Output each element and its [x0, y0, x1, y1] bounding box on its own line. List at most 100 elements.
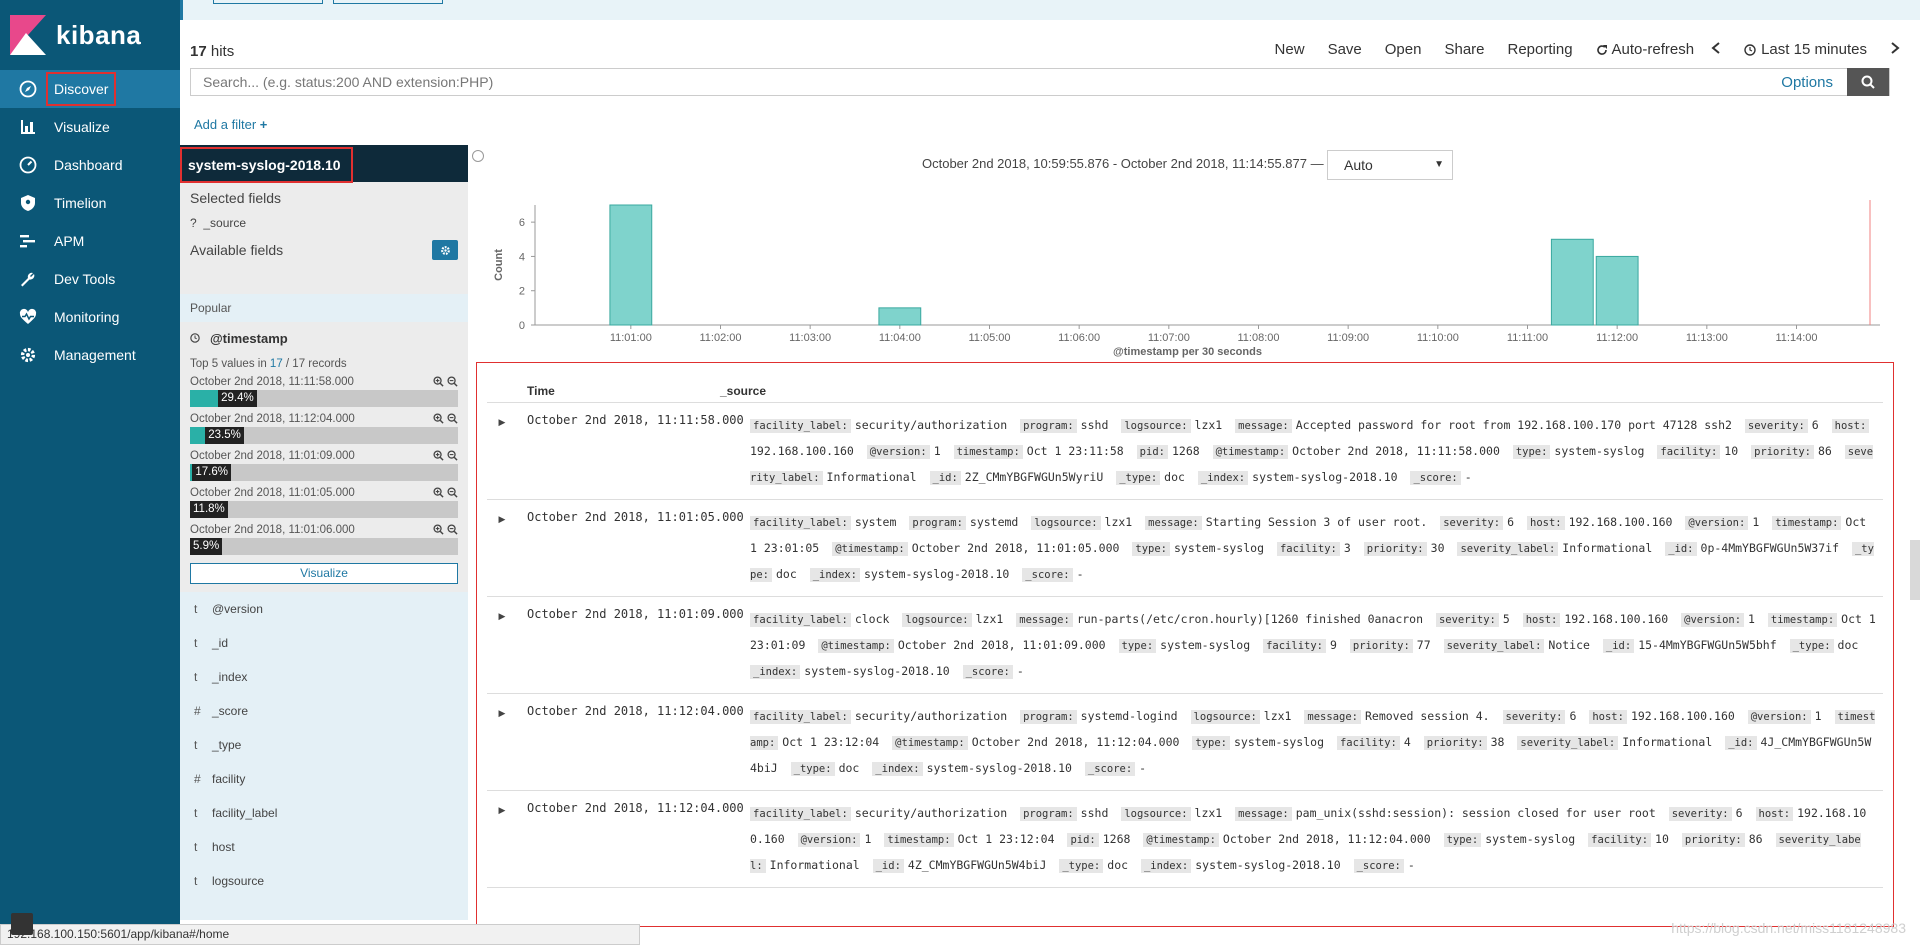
field-item-logsource[interactable]: t logsource [180, 864, 468, 898]
search-options-link[interactable]: Options [1767, 74, 1847, 91]
top-value-bar: 29.4% [190, 390, 458, 407]
expand-row-icon[interactable]: ▶ [487, 413, 517, 491]
menu-share[interactable]: Share [1444, 41, 1484, 58]
source-field[interactable]: ? _source [190, 216, 458, 230]
interval-select[interactable]: Auto ▼ [1327, 150, 1453, 180]
gear-icon [440, 245, 450, 255]
top-value-label: October 2nd 2018, 11:01:09.000 [190, 450, 355, 462]
field-value: system-syslog [1485, 832, 1576, 846]
top-menu: New Save Open Share Reporting Auto-refre… [1275, 41, 1900, 58]
field-item-index[interactable]: t _index [180, 660, 468, 694]
zoom-in-icon[interactable] [433, 524, 444, 535]
top-value-percent: 5.9% [190, 538, 223, 555]
zoom-out-icon[interactable] [447, 376, 458, 387]
field-key: timestamp: [884, 833, 954, 847]
field-item-host[interactable]: t host [180, 830, 468, 864]
field-key: _score: [1084, 762, 1136, 776]
hits-number: 17 [190, 43, 207, 60]
play-icon[interactable] [11, 913, 33, 935]
histogram-chart: 0 2 4 6 11:01:00 11:02:00 11:03:00 11:04:00 11:0… [493, 200, 1880, 358]
zoom-in-icon[interactable] [433, 450, 444, 461]
expand-row-icon[interactable]: ▶ [487, 801, 517, 879]
search-button[interactable] [1847, 68, 1889, 96]
expand-row-icon[interactable]: ▶ [487, 607, 517, 685]
nav-item-discover[interactable]: Discover [0, 70, 180, 108]
field-item-id[interactable]: t _id [180, 626, 468, 660]
field-item-facility[interactable]: # facility [180, 762, 468, 796]
field-value: system [854, 515, 897, 529]
collapse-sidebar-button[interactable] [472, 150, 484, 162]
field-key: message: [1235, 807, 1292, 821]
field-item-version[interactable]: t @version [180, 592, 468, 626]
field-name: facility [212, 772, 246, 786]
zoom-in-icon[interactable] [433, 376, 444, 387]
top5-count[interactable]: 17 [270, 358, 283, 370]
kibana-logo[interactable]: kibana [0, 0, 180, 70]
field-value: 1 [933, 444, 941, 458]
menu-open[interactable]: Open [1385, 41, 1422, 58]
nav-item-dashboard[interactable]: Dashboard [0, 146, 180, 184]
field-value: October 2nd 2018, 11:01:05.000 [911, 541, 1120, 555]
field-item-score[interactable]: # _score [180, 694, 468, 728]
field-value: system-syslog-2018.10 [804, 664, 950, 678]
field-value: system-syslog [1174, 541, 1265, 555]
field-value: 86 [1748, 832, 1763, 846]
top-value-bar: 5.9% [190, 538, 458, 555]
zoom-out-icon[interactable] [447, 450, 458, 461]
menu-reporting[interactable]: Reporting [1508, 41, 1573, 58]
add-filter-link[interactable]: Add a filter + [194, 117, 267, 132]
x-tick-label: 11:13:00 [1686, 332, 1728, 344]
zoom-out-icon[interactable] [447, 413, 458, 424]
nav-item-visualize[interactable]: Visualize [0, 108, 180, 146]
nav-item-management[interactable]: Management [0, 336, 180, 374]
zoom-in-icon[interactable] [433, 413, 444, 424]
zoom-out-icon[interactable] [447, 487, 458, 498]
top-tab-left[interactable] [213, 0, 323, 4]
field-key: @version: [866, 445, 930, 459]
field-key: _id: [1725, 736, 1757, 750]
time-picker[interactable]: Last 15 minutes [1744, 41, 1867, 58]
field-key: _type: [1116, 471, 1161, 485]
field-value: system-syslog-2018.10 [926, 761, 1072, 775]
visualize-button[interactable]: Visualize [190, 563, 458, 584]
top5-caption: Top 5 values in 17 / 17 records [190, 358, 458, 370]
x-tick-label: 11:10:00 [1417, 332, 1459, 344]
scrollbar-thumb[interactable] [1910, 540, 1920, 600]
field-name: _score [212, 704, 249, 718]
field-value: Oct 1 23:12:04 [957, 832, 1055, 846]
menu-save[interactable]: Save [1328, 41, 1362, 58]
nav-item-apm[interactable]: APM [0, 222, 180, 260]
top-value-percent: 29.4% [218, 390, 257, 407]
field-value: 192.168.100.160 [750, 444, 854, 458]
x-tick-label: 11:06:00 [1058, 332, 1100, 344]
field-key: message: [1235, 419, 1292, 433]
zoom-out-icon[interactable] [447, 524, 458, 535]
nav-item-monitoring[interactable]: Monitoring [0, 298, 180, 336]
auto-refresh-button[interactable]: Auto-refresh [1596, 41, 1694, 58]
search-input[interactable]: Search... (e.g. status:200 AND extension… [191, 74, 1767, 90]
timestamp-field[interactable]: @timestamp [190, 328, 458, 348]
compass-icon [18, 79, 38, 99]
nav-item-timelion[interactable]: Timelion [0, 184, 180, 222]
row-source: facility_label: system program: systemd lo… [750, 510, 1883, 588]
expand-row-icon[interactable]: ▶ [487, 510, 517, 588]
menu-new[interactable]: New [1275, 41, 1305, 58]
field-item-facilitylabel[interactable]: t facility_label [180, 796, 468, 830]
top-tab-right[interactable] [333, 0, 443, 4]
field-item-type[interactable]: t _type [180, 728, 468, 762]
time-column-header[interactable]: Time [487, 384, 720, 398]
field-value: Informational [769, 858, 860, 872]
y-tick-label: 2 [519, 286, 525, 298]
field-settings-button[interactable] [432, 240, 458, 260]
index-pattern-header[interactable]: system-syslog-2018.10 [180, 145, 468, 183]
field-sidebar: system-syslog-2018.10 Selected fields ? … [180, 145, 468, 920]
heartbeat-icon [18, 307, 38, 327]
time-next-button[interactable] [1890, 41, 1900, 58]
expand-row-icon[interactable]: ▶ [487, 704, 517, 782]
field-value: lzx1 [1104, 515, 1133, 529]
time-prev-button[interactable] [1711, 41, 1721, 58]
field-value: 30 [1430, 541, 1445, 555]
y-axis-label: Count [493, 249, 505, 281]
zoom-in-icon[interactable] [433, 487, 444, 498]
nav-item-dev-tools[interactable]: Dev Tools [0, 260, 180, 298]
